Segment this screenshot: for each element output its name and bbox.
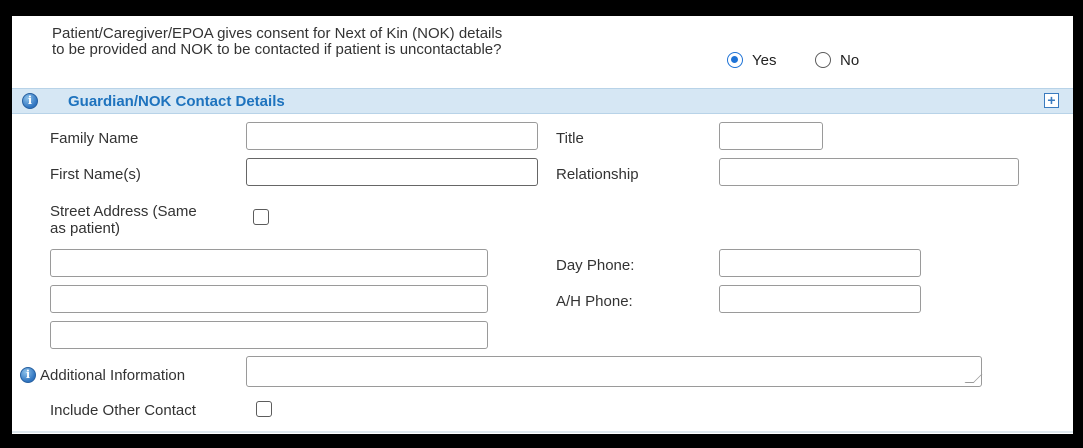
include-other-contact-checkbox[interactable] bbox=[256, 401, 272, 417]
section-header-guardian-nok: i Guardian/NOK Contact Details + bbox=[12, 88, 1073, 114]
consent-no-radio[interactable] bbox=[815, 52, 831, 68]
title-input[interactable] bbox=[719, 122, 823, 150]
section-title: Guardian/NOK Contact Details bbox=[68, 93, 285, 110]
day-phone-label: Day Phone: bbox=[556, 257, 635, 274]
consent-yes-label[interactable]: Yes bbox=[752, 52, 776, 69]
title-label: Title bbox=[556, 130, 584, 147]
family-name-label: Family Name bbox=[50, 130, 139, 147]
same-as-patient-checkbox[interactable] bbox=[253, 209, 269, 225]
additional-info-textarea[interactable] bbox=[246, 356, 983, 387]
day-phone-input[interactable] bbox=[719, 249, 921, 277]
info-icon[interactable]: i bbox=[22, 93, 38, 109]
consent-question-line2: to be provided and NOK to be contacted i… bbox=[52, 41, 502, 58]
relationship-label: Relationship bbox=[556, 166, 639, 183]
consent-yes-radio[interactable] bbox=[727, 52, 743, 68]
ah-phone-label: A/H Phone: bbox=[556, 293, 633, 310]
ah-phone-input[interactable] bbox=[719, 285, 921, 313]
consent-no-label[interactable]: No bbox=[840, 52, 859, 69]
resize-handle-icon[interactable] bbox=[964, 374, 983, 383]
relationship-input[interactable] bbox=[719, 158, 1019, 186]
address-line1-input[interactable] bbox=[50, 249, 488, 277]
consent-question: Patient/Caregiver/EPOA gives consent for… bbox=[52, 26, 692, 58]
address-line2-input[interactable] bbox=[50, 285, 488, 313]
first-names-label: First Name(s) bbox=[50, 166, 141, 183]
expand-icon[interactable]: + bbox=[1044, 93, 1059, 108]
include-other-contact-label: Include Other Contact bbox=[50, 402, 196, 419]
street-address-label-line2: as patient) bbox=[50, 220, 121, 237]
additional-info-icon[interactable]: i bbox=[20, 367, 36, 383]
additional-info-label: Additional Information bbox=[40, 367, 186, 384]
first-names-input[interactable] bbox=[246, 158, 538, 186]
bottom-divider bbox=[12, 431, 1073, 433]
street-address-label: Street Address (Same as patient) bbox=[50, 203, 197, 237]
street-address-label-line1: Street Address (Same bbox=[50, 203, 197, 220]
address-line3-input[interactable] bbox=[50, 321, 488, 349]
family-name-input[interactable] bbox=[246, 122, 538, 150]
consent-question-line1: Patient/Caregiver/EPOA gives consent for… bbox=[52, 25, 503, 42]
